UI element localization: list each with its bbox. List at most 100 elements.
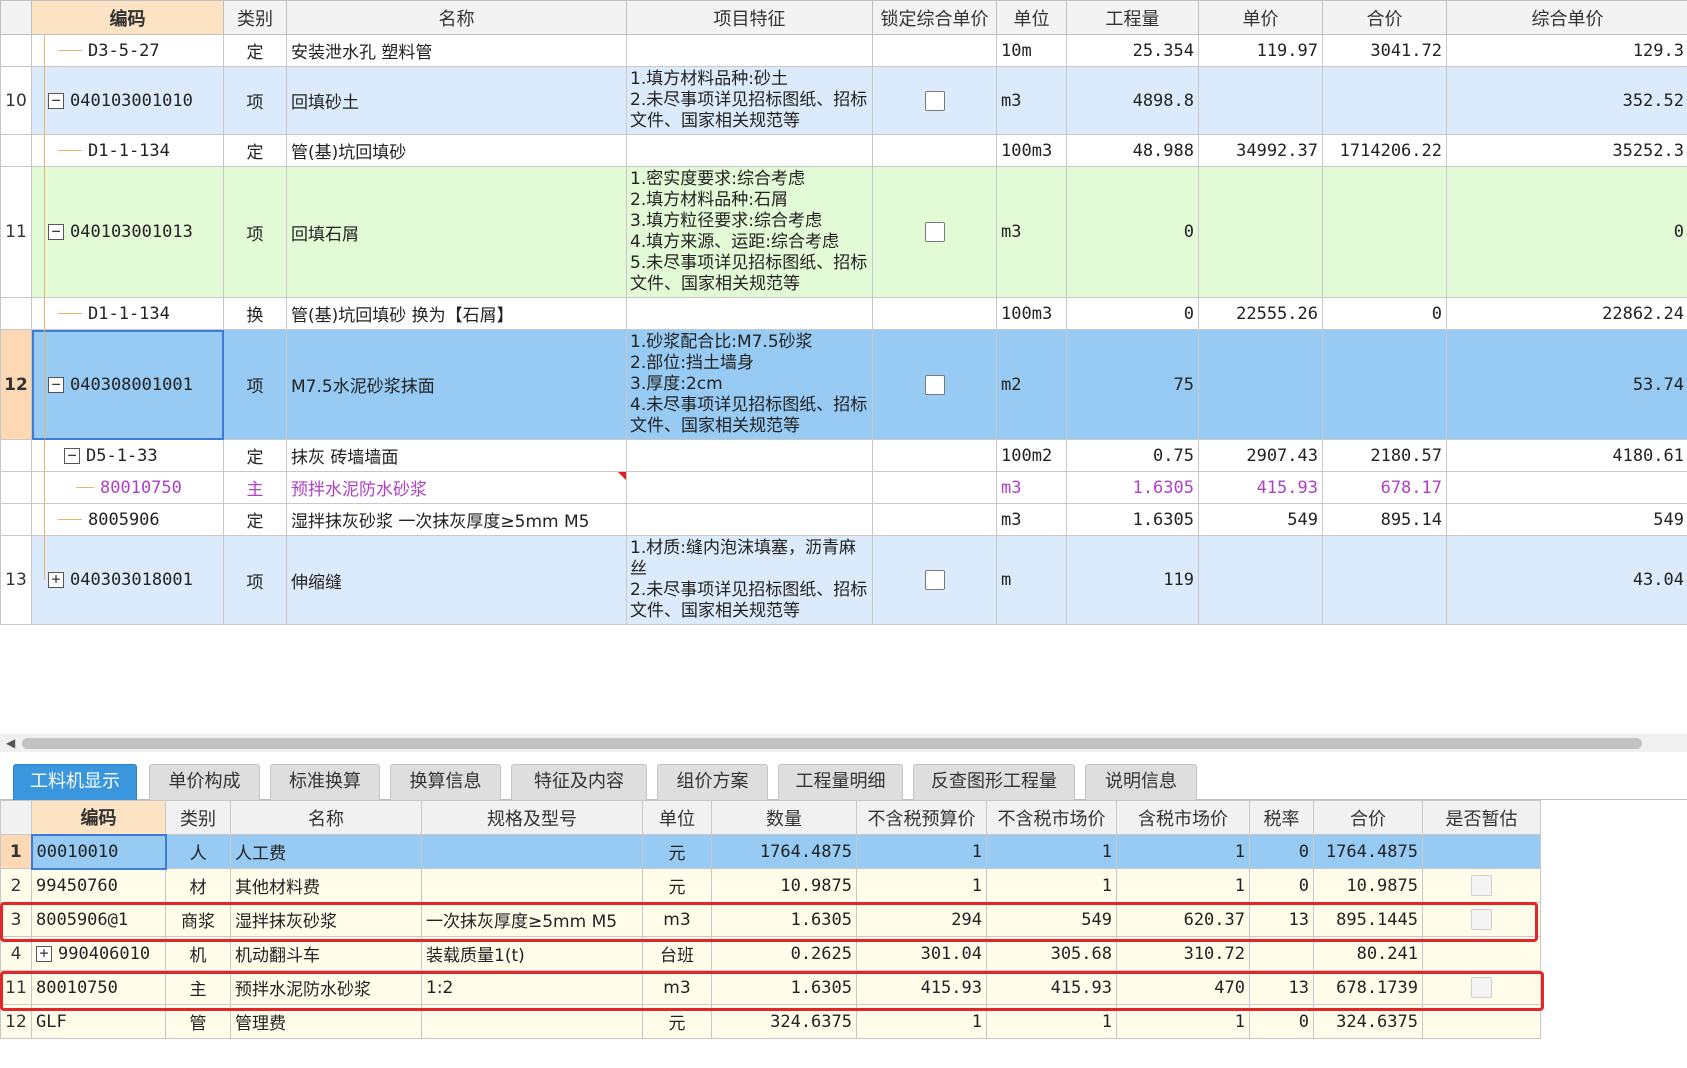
code-cell[interactable]: GLF <box>31 1004 166 1039</box>
unit-cell[interactable]: 100m3 <box>996 134 1067 167</box>
features-cell[interactable] <box>626 471 873 504</box>
col-header-budget-price[interactable]: 不含税预算价 <box>856 800 987 835</box>
name-cell[interactable]: 预拌水泥防水砂浆 <box>230 970 422 1005</box>
composite-price-cell[interactable]: 549 <box>1446 503 1687 536</box>
name-cell[interactable]: 机动翻斗车 <box>230 936 422 971</box>
name-cell[interactable]: 管(基)坑回填砂 换为【石屑】 <box>286 297 627 330</box>
market-price-cell[interactable]: 415.93 <box>986 970 1117 1005</box>
col-header-provisional[interactable]: 是否暂估 <box>1422 800 1541 835</box>
lock-price-checkbox[interactable] <box>924 222 945 242</box>
features-cell[interactable]: 1.砂浆配合比:M7.5砂浆 2.部位:挡土墙身 3.厚度:2cm 4.未尽事项… <box>626 329 873 440</box>
scrollbar-thumb[interactable] <box>22 738 1642 749</box>
code-cell[interactable]: D3-5-27 <box>31 34 224 67</box>
table-row[interactable]: 11 80010750 主 预拌水泥防水砂浆 1:2 m3 1.6305 415… <box>0 970 1541 1005</box>
composite-price-cell[interactable]: 352.52 <box>1446 66 1687 135</box>
unit-price-cell[interactable] <box>1198 329 1323 440</box>
lock-price-checkbox[interactable] <box>924 570 945 590</box>
category-cell[interactable]: 定 <box>223 134 287 167</box>
table-row[interactable]: 4 +990406010 机 机动翻斗车 装载质量1(t) 台班 0.2625 … <box>0 936 1541 971</box>
col-header-tax-market-price[interactable]: 含税市场价 <box>1116 800 1250 835</box>
spec-cell[interactable] <box>421 1004 643 1039</box>
tax-rate-cell[interactable] <box>1249 936 1314 971</box>
features-cell[interactable] <box>626 439 873 472</box>
quantity-cell[interactable]: 324.6375 <box>711 1004 857 1039</box>
code-cell[interactable]: −040103001013 <box>31 166 224 298</box>
unit-cell[interactable]: 元 <box>642 1004 712 1039</box>
name-cell[interactable]: 其他材料费 <box>230 868 422 903</box>
col-header-lock-price[interactable]: 锁定综合单价 <box>872 0 997 35</box>
category-cell[interactable]: 项 <box>223 166 287 298</box>
composite-price-cell[interactable]: 129.3 <box>1446 34 1687 67</box>
total-cell[interactable]: 895.14 <box>1322 503 1447 536</box>
total-cell[interactable] <box>1322 66 1447 135</box>
tab-quantity-details[interactable]: 工程量明细 <box>778 764 903 800</box>
scroll-left-icon[interactable]: ◀ <box>6 736 15 750</box>
name-cell[interactable]: 湿拌抹灰砂浆 <box>230 902 422 937</box>
tax-rate-cell[interactable]: 0 <box>1249 834 1314 869</box>
spec-cell[interactable] <box>421 868 643 903</box>
code-cell[interactable]: D1-1-134 <box>31 134 224 167</box>
tab-standard-conversion[interactable]: 标准换算 <box>270 764 380 800</box>
quantity-cell[interactable]: 4898.8 <box>1066 66 1199 135</box>
quantity-cell[interactable]: 0.2625 <box>711 936 857 971</box>
quantity-cell[interactable]: 10.9875 <box>711 868 857 903</box>
total-cell[interactable] <box>1322 329 1447 440</box>
category-cell[interactable]: 定 <box>223 503 287 536</box>
col-header-code[interactable]: 编码 <box>31 0 224 35</box>
tab-unit-price-composition[interactable]: 单价构成 <box>149 764 260 800</box>
name-cell[interactable]: 伸缩缝 <box>286 535 627 625</box>
tax-market-price-cell[interactable]: 1 <box>1116 834 1250 869</box>
market-price-cell[interactable]: 549 <box>986 902 1117 937</box>
name-cell[interactable]: 管理费 <box>230 1004 422 1039</box>
market-price-cell[interactable]: 305.68 <box>986 936 1117 971</box>
collapse-icon[interactable]: − <box>48 92 64 109</box>
spec-cell[interactable]: 1:2 <box>421 970 643 1005</box>
market-price-cell[interactable]: 1 <box>986 1004 1117 1039</box>
features-cell[interactable] <box>626 134 873 167</box>
table-row[interactable]: 2 99450760 材 其他材料费 元 10.9875 1 1 1 0 10.… <box>0 868 1541 903</box>
table-row-selected[interactable]: 12 −040308001001 项 M7.5水泥砂浆抹面 1.砂浆配合比:M7… <box>0 329 1687 440</box>
lock-price-checkbox[interactable] <box>924 374 945 395</box>
total-cell[interactable] <box>1322 166 1447 298</box>
name-cell[interactable]: 人工费 <box>230 834 422 869</box>
table-row[interactable]: 12 GLF 管 管理费 元 324.6375 1 1 1 0 324.6375 <box>0 1004 1541 1039</box>
unit-cell[interactable]: m3 <box>642 970 712 1005</box>
unit-cell[interactable]: m2 <box>996 329 1067 440</box>
table-row-selected[interactable]: 1 00010010 人 人工费 元 1764.4875 1 1 1 0 176… <box>0 833 1541 870</box>
spec-cell[interactable] <box>421 834 643 869</box>
name-cell[interactable]: M7.5水泥砂浆抹面 <box>286 329 627 440</box>
tax-rate-cell[interactable]: 0 <box>1249 1004 1314 1039</box>
provisional-checkbox[interactable] <box>1471 909 1492 930</box>
unit-price-cell[interactable] <box>1198 66 1323 135</box>
unit-price-cell[interactable]: 2907.43 <box>1198 439 1323 472</box>
unit-price-cell[interactable]: 34992.37 <box>1198 134 1323 167</box>
code-cell[interactable]: − D5-1-33 <box>31 439 224 472</box>
code-cell[interactable]: 8005906 <box>31 503 224 536</box>
total-cell[interactable]: 0 <box>1322 297 1447 330</box>
unit-price-cell[interactable]: 415.93 <box>1198 471 1323 504</box>
tax-rate-cell[interactable]: 0 <box>1249 868 1314 903</box>
unit-price-cell[interactable] <box>1198 166 1323 298</box>
col-header-quantity[interactable]: 工程量 <box>1066 0 1199 35</box>
total-cell[interactable]: 678.1739 <box>1313 970 1423 1005</box>
unit-cell[interactable]: 100m3 <box>996 297 1067 330</box>
total-cell[interactable]: 10.9875 <box>1313 868 1423 903</box>
expand-icon[interactable]: + <box>48 572 64 588</box>
col-header-code[interactable]: 编码 <box>31 800 166 835</box>
collapse-icon[interactable]: − <box>64 447 80 464</box>
unit-cell[interactable]: 元 <box>642 834 712 869</box>
unit-cell[interactable]: 元 <box>642 868 712 903</box>
name-cell[interactable]: 回填石屑 <box>286 166 627 298</box>
features-cell[interactable]: 1.填方材料品种:砂土 2.未尽事项详见招标图纸、招标 文件、国家相关规范等 <box>626 66 873 135</box>
tax-market-price-cell[interactable]: 470 <box>1116 970 1250 1005</box>
code-cell[interactable]: 8005906@1 <box>31 902 166 937</box>
unit-cell[interactable]: 10m <box>996 34 1067 67</box>
quantity-cell[interactable]: 25.354 <box>1066 34 1199 67</box>
col-header-quantity[interactable]: 数量 <box>711 800 857 835</box>
name-cell[interactable]: 预拌水泥防水砂浆 <box>286 471 627 504</box>
category-cell[interactable]: 项 <box>223 535 287 625</box>
col-header-name[interactable]: 名称 <box>230 800 422 835</box>
code-cell[interactable]: 00010010 <box>30 833 167 870</box>
category-cell[interactable]: 机 <box>165 936 231 971</box>
col-header-unit[interactable]: 单位 <box>642 800 712 835</box>
